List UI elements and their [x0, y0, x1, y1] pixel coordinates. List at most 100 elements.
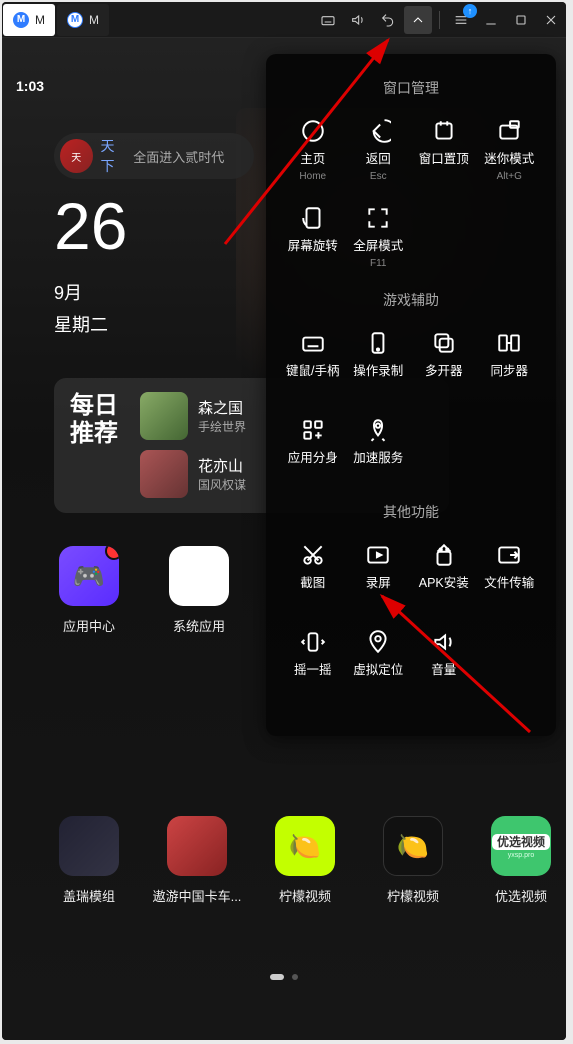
- panel-item-pin[interactable]: 窗口置顶: [411, 110, 477, 197]
- update-badge-icon: ↑: [463, 4, 477, 18]
- app-label: 柠檬视频: [260, 886, 350, 905]
- panel-item-label: 应用分身: [288, 447, 338, 466]
- close-icon[interactable]: [537, 6, 565, 34]
- volume-icon[interactable]: [344, 6, 372, 34]
- pin-icon: [431, 118, 457, 144]
- panel-grid-1: 主页 Home 返回 Esc 窗口置顶 迷你模式 Alt+G 屏幕旋转 全屏模式…: [280, 110, 542, 284]
- rec-icon: [365, 330, 391, 356]
- app-icon[interactable]: 🍋柠檬视频: [270, 816, 340, 905]
- tab-logo-icon: M: [13, 12, 29, 28]
- panel-item-label: 摇一摇: [294, 659, 332, 678]
- panel-section-title: 游戏辅助: [280, 290, 542, 310]
- tab-secondary[interactable]: M M: [57, 4, 109, 36]
- tab-primary[interactable]: M M: [3, 4, 55, 36]
- promo-app-icon: 天: [60, 139, 93, 173]
- date-month: 9月: [54, 279, 127, 305]
- kbd-icon: [300, 330, 326, 356]
- panel-item-apk[interactable]: APK安装: [411, 534, 477, 621]
- panel-item-clone[interactable]: 应用分身: [280, 409, 346, 496]
- panel-item-shortcut: Esc: [370, 171, 387, 183]
- keyboard-icon[interactable]: [314, 6, 342, 34]
- panel-item-home[interactable]: 主页 Home: [280, 110, 346, 197]
- panel-item-cut[interactable]: 截图: [280, 534, 346, 621]
- panel-grid-3: 截图 录屏 APK安装 文件传输 摇一摇 虚拟定位 音量: [280, 534, 542, 708]
- panel-item-back[interactable]: 返回 Esc: [346, 110, 412, 197]
- app-icon[interactable]: 优选视频 yxsp.pro 优选视频: [486, 816, 556, 905]
- panel-item-xfer[interactable]: 文件传输: [477, 534, 543, 621]
- panel-item-label: 截图: [300, 572, 325, 591]
- app-glyph: [169, 546, 229, 606]
- expand-panel-icon[interactable]: [404, 6, 432, 34]
- app-label: 遨游中国卡车...: [152, 886, 242, 905]
- panel-item-full[interactable]: 全屏模式 F11: [346, 197, 412, 284]
- panel-grid-2: 键鼠/手柄 操作录制 多开器 同步器 应用分身 加速服务: [280, 322, 542, 496]
- panel-item-sync[interactable]: 同步器: [477, 322, 543, 409]
- app-glyph: [167, 816, 227, 876]
- date-day: 26: [54, 193, 127, 259]
- panel-item-shortcut: F11: [370, 258, 387, 270]
- panel-item-label: 操作录制: [353, 360, 403, 379]
- app-icon[interactable]: 系统应用: [164, 546, 234, 635]
- rot-icon: [300, 205, 326, 231]
- panel-item-rot[interactable]: 屏幕旋转: [280, 197, 346, 284]
- daily-item-desc: 国风权谋: [198, 476, 246, 493]
- promo-title: 天下: [101, 136, 128, 176]
- panel-item-recscr[interactable]: 录屏: [346, 534, 412, 621]
- panel-item-mini[interactable]: 迷你模式 Alt+G: [477, 110, 543, 197]
- apk-icon: [431, 542, 457, 568]
- sync-icon: [496, 330, 522, 356]
- home-icon: [300, 118, 326, 144]
- page-dot: [292, 974, 298, 980]
- emulator-window: M M M M ↑ 1:03 天 天下 全面进入贰时代 26 9月: [2, 2, 566, 1040]
- daily-item-desc: 手绘世界: [198, 418, 246, 435]
- maximize-icon[interactable]: [507, 6, 535, 34]
- app-label: 盖瑞模组: [44, 886, 134, 905]
- loc-icon: [365, 629, 391, 655]
- app-icon[interactable]: 🎮应用中心: [54, 546, 124, 635]
- app-glyph: [59, 816, 119, 876]
- daily-label: 每日 推荐: [70, 392, 126, 499]
- panel-item-label: APK安装: [419, 572, 469, 591]
- panel-item-shortcut: Home: [299, 171, 326, 183]
- panel-section-title: 窗口管理: [280, 78, 542, 98]
- daily-item-name: 森之国: [198, 397, 246, 418]
- panel-item-rec[interactable]: 操作录制: [346, 322, 412, 409]
- undo-icon[interactable]: [374, 6, 402, 34]
- app-icon[interactable]: 遨游中国卡车...: [162, 816, 232, 905]
- panel-item-label: 返回: [366, 148, 391, 167]
- panel-item-multi[interactable]: 多开器: [411, 322, 477, 409]
- date-week: 星期二: [54, 311, 127, 337]
- recscr-icon: [365, 542, 391, 568]
- divider: [439, 11, 440, 29]
- tab-label: M: [89, 13, 99, 27]
- panel-item-shake[interactable]: 摇一摇: [280, 621, 346, 708]
- panel-item-boost[interactable]: 加速服务: [346, 409, 412, 496]
- app-label: 优选视频: [476, 886, 566, 905]
- panel-item-loc[interactable]: 虚拟定位: [346, 621, 412, 708]
- titlebar: M M M M ↑: [2, 2, 566, 38]
- tools-panel: 窗口管理 主页 Home 返回 Esc 窗口置顶 迷你模式 Alt+G 屏幕旋转…: [266, 54, 556, 736]
- panel-item-label: 音量: [431, 659, 456, 678]
- tab-label: M: [35, 13, 45, 27]
- app-glyph: 🎮: [59, 546, 119, 606]
- minimize-icon[interactable]: [477, 6, 505, 34]
- menu-icon[interactable]: ↑: [447, 6, 475, 34]
- multi-icon: [431, 330, 457, 356]
- panel-item-label: 录屏: [366, 572, 391, 591]
- panel-item-vol[interactable]: 音量: [411, 621, 477, 708]
- vol-icon: [431, 629, 457, 655]
- panel-item-kbd[interactable]: 键鼠/手柄: [280, 322, 346, 409]
- promo-subtitle: 全面进入贰时代: [133, 147, 248, 166]
- daily-item-name: 花亦山: [198, 455, 246, 476]
- app-label: 系统应用: [154, 616, 244, 635]
- full-icon: [365, 205, 391, 231]
- back-icon: [365, 118, 391, 144]
- page-indicator[interactable]: [2, 974, 566, 980]
- app-icon[interactable]: 🍋柠檬视频: [378, 816, 448, 905]
- xfer-icon: [496, 542, 522, 568]
- daily-label-1: 每日: [70, 392, 126, 420]
- promo-pill[interactable]: 天 天下 全面进入贰时代: [54, 133, 254, 179]
- panel-item-label: 文件传输: [484, 572, 534, 591]
- app-icon[interactable]: 盖瑞模组: [54, 816, 124, 905]
- status-clock: 1:03: [16, 78, 44, 94]
